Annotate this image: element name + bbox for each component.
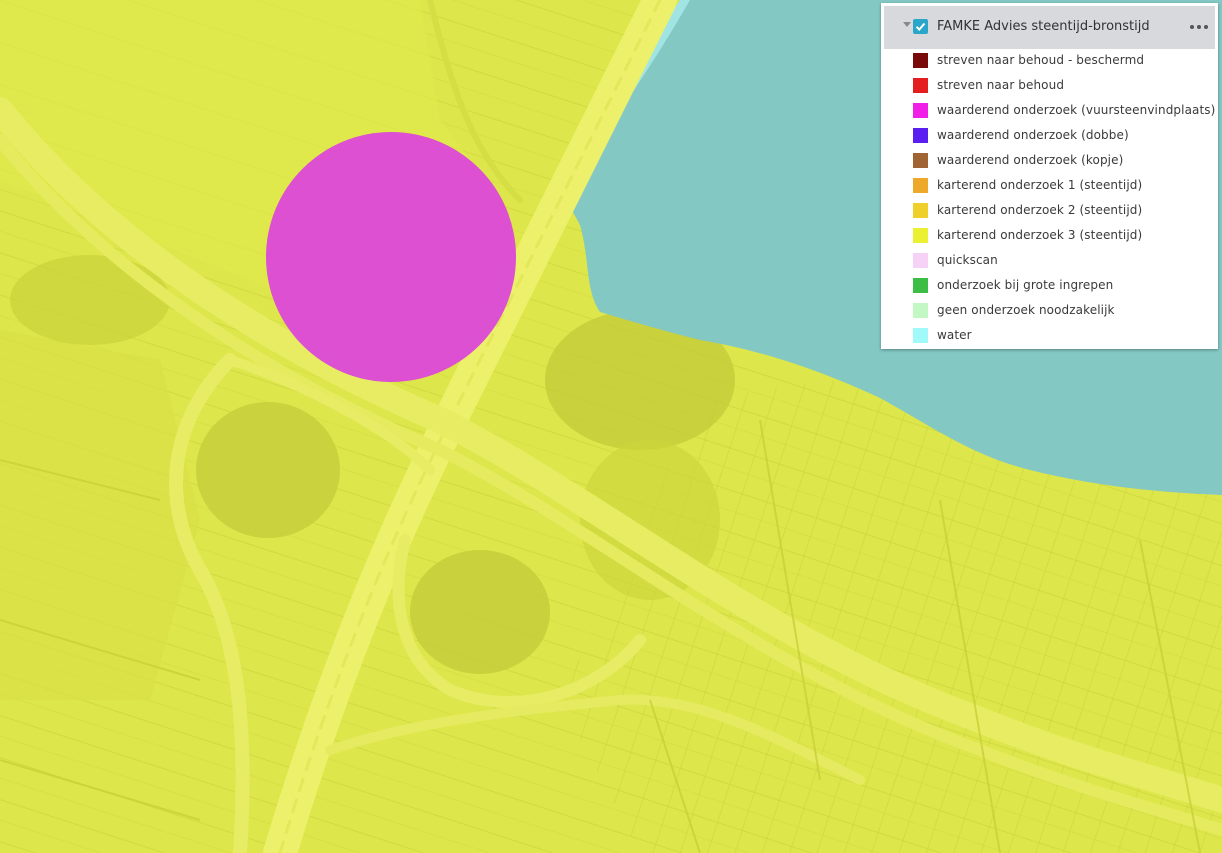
legend-item: onderzoek bij grote ingrepen	[881, 275, 1218, 300]
legend-label: karterend onderzoek 3 (steentijd)	[937, 228, 1143, 242]
legend-item: water	[881, 325, 1218, 350]
legend-item: waarderend onderzoek (vuursteenvindplaat…	[881, 100, 1218, 125]
legend-label: onderzoek bij grote ingrepen	[937, 278, 1114, 292]
legend-label: streven naar behoud - beschermd	[937, 53, 1145, 67]
legend-label: karterend onderzoek 1 (steentijd)	[937, 178, 1143, 192]
legend-label: water	[937, 328, 972, 342]
legend-swatch	[913, 203, 928, 218]
legend-item: waarderend onderzoek (dobbe)	[881, 125, 1218, 150]
legend-swatch	[913, 278, 928, 293]
legend-swatch	[913, 303, 928, 318]
legend-swatch	[913, 253, 928, 268]
legend-swatch	[913, 103, 928, 118]
checkbox-checked-icon[interactable]	[913, 19, 928, 34]
legend-swatch	[913, 228, 928, 243]
legend-item: geen onderzoek noodzakelijk	[881, 300, 1218, 325]
caret-down-icon[interactable]	[903, 22, 911, 27]
legend-label: quickscan	[937, 253, 998, 267]
legend-list: streven naar behoud - beschermd streven n…	[881, 50, 1218, 350]
legend-item: quickscan	[881, 250, 1218, 275]
vuursteenvindplaats-zone[interactable]	[266, 132, 516, 382]
legend-item: waarderend onderzoek (kopje)	[881, 150, 1218, 175]
legend-swatch	[913, 78, 928, 93]
legend-label: waarderend onderzoek (kopje)	[937, 153, 1124, 167]
legend-swatch	[913, 328, 928, 343]
legend-swatch	[913, 153, 928, 168]
layer-title: FAMKE Advies steentijd-bronstijd	[937, 19, 1150, 34]
layer-header: FAMKE Advies steentijd-bronstijd	[884, 6, 1215, 49]
legend-item: streven naar behoud - beschermd	[881, 50, 1218, 75]
legend-item: streven naar behoud	[881, 75, 1218, 100]
legend-label: karterend onderzoek 2 (steentijd)	[937, 203, 1143, 217]
legend-item: karterend onderzoek 1 (steentijd)	[881, 175, 1218, 200]
legend-panel: FAMKE Advies steentijd-bronstijd streven…	[881, 3, 1218, 349]
legend-item: karterend onderzoek 3 (steentijd)	[881, 225, 1218, 250]
more-horizontal-icon[interactable]	[1189, 18, 1209, 34]
legend-swatch	[913, 128, 928, 143]
legend-item: karterend onderzoek 2 (steentijd)	[881, 200, 1218, 225]
legend-label: waarderend onderzoek (dobbe)	[937, 128, 1129, 142]
legend-swatch	[913, 53, 928, 68]
legend-label: geen onderzoek noodzakelijk	[937, 303, 1115, 317]
legend-label: streven naar behoud	[937, 78, 1065, 92]
legend-label: waarderend onderzoek (vuursteenvindplaat…	[937, 103, 1216, 117]
legend-swatch	[913, 178, 928, 193]
